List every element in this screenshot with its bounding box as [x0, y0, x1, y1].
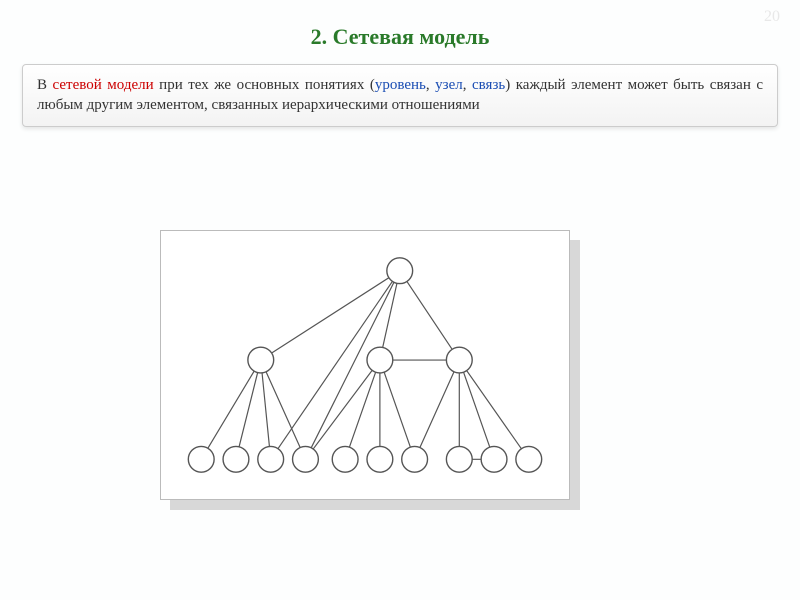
text-highlight-blue: уровень: [375, 77, 426, 93]
diagram-canvas: [160, 230, 570, 500]
text-highlight-blue: связь: [472, 77, 505, 93]
text-part: ,: [426, 77, 435, 93]
text-part: ,: [463, 77, 472, 93]
text-part: В: [37, 77, 53, 93]
page-title: 2. Сетевая модель: [0, 0, 800, 64]
text-part: при тех же основных понятиях (: [154, 77, 375, 93]
network-diagram: [160, 230, 580, 510]
page-number: 20: [764, 8, 780, 26]
description-box: В сетевой модели при тех же основных пон…: [22, 64, 778, 127]
text-highlight-red: сетевой модели: [53, 77, 154, 93]
network-svg: [161, 231, 569, 499]
text-highlight-blue: узел: [435, 77, 463, 93]
